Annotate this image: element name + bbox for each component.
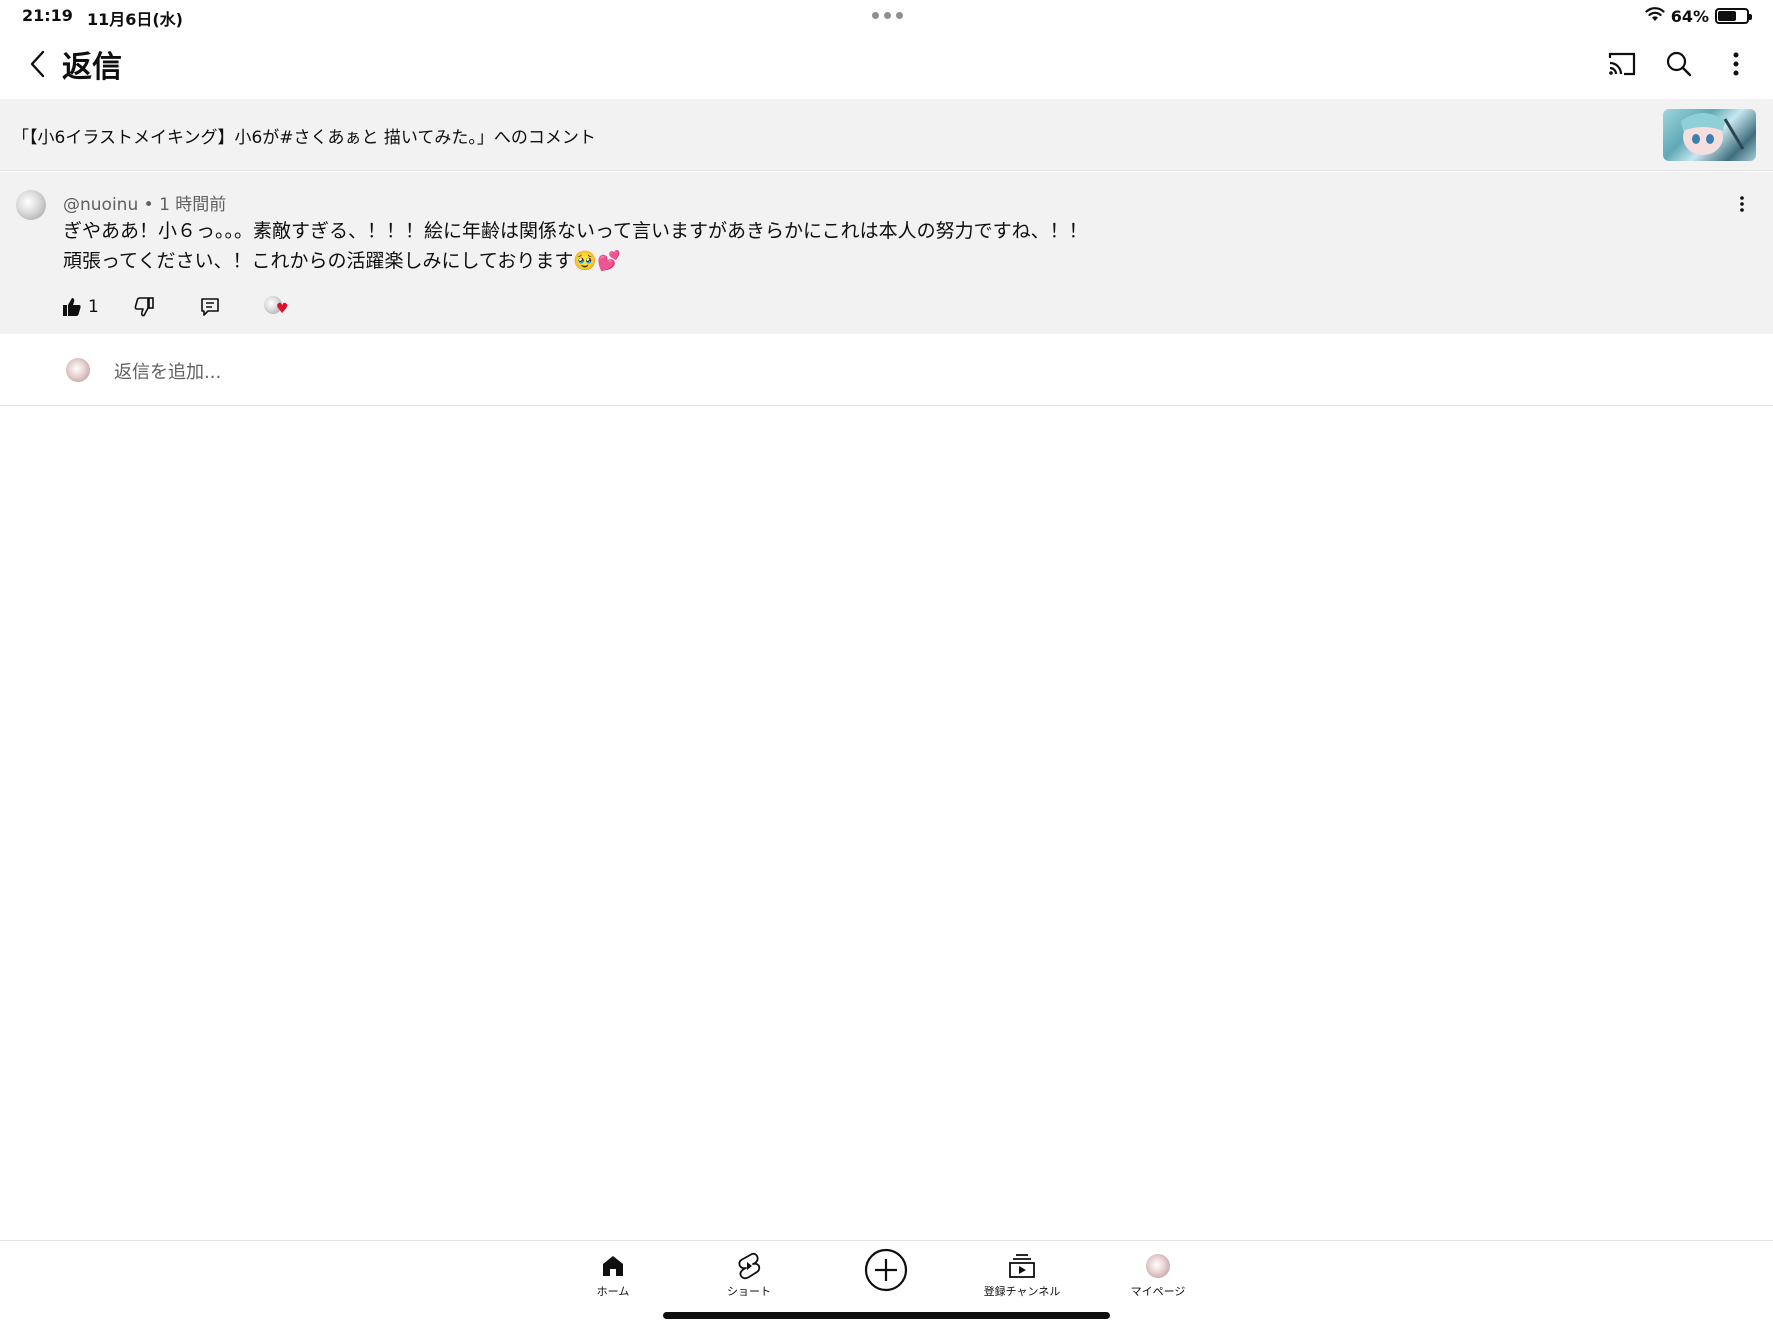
like-button[interactable]: 1 <box>62 290 99 324</box>
creator-heart-badge: ♥ <box>264 290 294 324</box>
nav-subscriptions-label: 登録チャンネル <box>983 1285 1061 1298</box>
nav-mypage[interactable]: マイページ <box>1113 1251 1203 1301</box>
video-context-title: 「【小6イラストメイキング】小6が#さくあぁと 描いてみた。」へのコメント <box>12 128 596 148</box>
comment: @nuoinu • 1 時間前 ぎやああ！小６っ。。。素敵すぎる、！！！絵に年齢… <box>0 172 1773 334</box>
comment-line-2: 頑張ってください、！これからの活躍楽しみにしております <box>63 250 574 272</box>
nav-create[interactable] <box>841 1247 931 1297</box>
comment-time: 1 時間前 <box>159 195 227 215</box>
nav-home-label: ホーム <box>596 1285 630 1298</box>
heart-icon: ♥ <box>276 301 289 317</box>
search-icon <box>1666 51 1692 77</box>
meta-separator: • <box>143 195 154 215</box>
thumbs-down-icon <box>134 297 154 317</box>
more-vert-icon <box>1733 52 1739 76</box>
nav-subscriptions[interactable]: 登録チャンネル <box>977 1251 1067 1301</box>
reply-page: 21:19 11月6日(水) 64% 返信 「【小6イラストメイキング】小6が#… <box>0 0 1773 1329</box>
reply-input-bar[interactable]: 返信を追加... <box>0 334 1773 406</box>
back-icon <box>30 50 45 78</box>
comment-author[interactable]: @nuoinu <box>63 195 138 215</box>
cast-icon <box>1608 52 1636 76</box>
nav-shorts-label: ショート <box>727 1285 771 1298</box>
comment-meta: @nuoinu • 1 時間前 <box>63 190 226 215</box>
nav-home[interactable]: ホーム <box>568 1251 658 1301</box>
comment-icon <box>201 298 219 316</box>
header: 返信 <box>0 32 1773 98</box>
wifi-icon <box>1645 6 1665 26</box>
create-icon <box>864 1248 908 1292</box>
more-vert-icon <box>1740 196 1744 212</box>
status-time: 21:19 <box>22 6 73 25</box>
home-icon <box>603 1256 623 1276</box>
shorts-icon <box>738 1252 761 1280</box>
status-date: 11月6日(水) <box>86 10 183 29</box>
comment-emoji: 🥹💕 <box>573 250 621 272</box>
back-button[interactable] <box>18 44 58 84</box>
reply-button[interactable] <box>200 290 220 324</box>
home-indicator[interactable] <box>663 1312 1110 1319</box>
search-button[interactable] <box>1657 42 1701 86</box>
dislike-button[interactable] <box>134 290 154 324</box>
my-avatar <box>66 358 90 382</box>
nav-shorts[interactable]: ショート <box>704 1251 794 1301</box>
page-title: 返信 <box>62 50 122 85</box>
comment-more-button[interactable] <box>1730 190 1754 218</box>
comment-line-1: ぎやああ！小６っ。。。素敵すぎる、！！！絵に年齢は関係ないって言いますがあきらか… <box>63 220 1088 242</box>
more-button[interactable] <box>1714 42 1758 86</box>
battery-icon <box>1715 8 1752 24</box>
subscriptions-icon <box>1009 1254 1035 1278</box>
video-context-row[interactable]: 「【小6イラストメイキング】小6が#さくあぁと 描いてみた。」へのコメント <box>0 99 1773 171</box>
reply-input[interactable]: 返信を追加... <box>114 358 221 384</box>
comment-text: ぎやああ！小６っ。。。素敵すぎる、！！！絵に年齢は関係ないって言いますがあきらか… <box>63 216 1088 276</box>
commenter-avatar[interactable] <box>16 190 46 220</box>
thumbs-up-icon <box>63 298 81 316</box>
multitasking-dots-icon[interactable] <box>872 12 903 19</box>
status-bar: 21:19 11月6日(水) 64% <box>0 0 1773 32</box>
cast-button[interactable] <box>1600 42 1644 86</box>
like-count: 1 <box>88 297 99 317</box>
nav-mypage-label: マイページ <box>1130 1285 1186 1298</box>
video-thumbnail[interactable] <box>1663 109 1756 161</box>
avatar-icon <box>1146 1254 1170 1278</box>
battery-percent: 64% <box>1670 6 1709 26</box>
comment-line-2-wrap: 頑張ってください、！これからの活躍楽しみにしております🥹💕 <box>63 246 1088 276</box>
